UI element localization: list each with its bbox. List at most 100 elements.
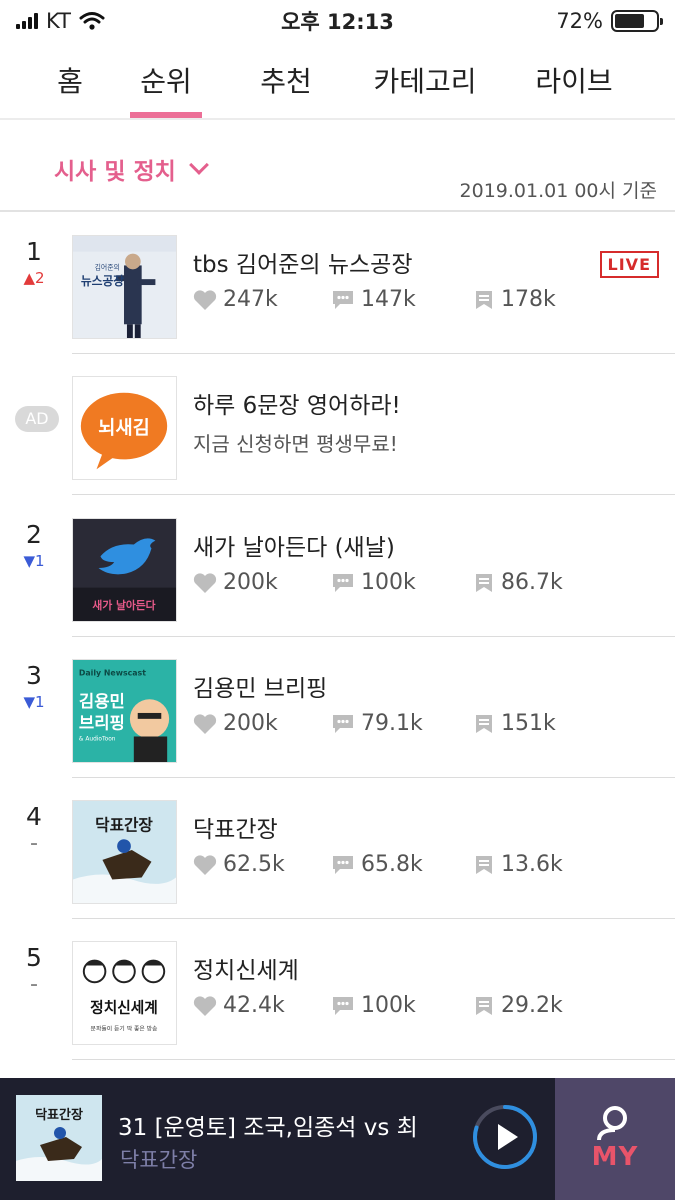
wifi-icon xyxy=(79,12,105,30)
podcast-stats: 62.5k 65.8k 13.6k xyxy=(193,852,563,877)
podcast-thumbnail[interactable]: 새가 날아든다 xyxy=(72,518,177,622)
player-podcast-name: 닥표간장 xyxy=(120,1148,198,1172)
episodes-icon xyxy=(476,996,492,1015)
ad-subtitle: 지금 신청하면 평생무료! xyxy=(193,432,398,456)
podcast-title[interactable]: 새가 날아든다 (새날) xyxy=(193,528,395,562)
podcast-stats: 42.4k 100k 29.2k xyxy=(193,993,563,1018)
ad-badge: AD xyxy=(15,406,59,432)
tab-recommend[interactable]: 추천 xyxy=(250,42,322,118)
player-thumbnail[interactable]: 닥표간장 xyxy=(16,1095,102,1181)
comments-count: 65.8k xyxy=(361,852,423,877)
tab-ranking[interactable]: 순위 xyxy=(130,42,202,118)
ad-title[interactable]: 하루 6문장 영어하라! xyxy=(193,386,401,420)
tab-live[interactable]: 라이브 xyxy=(528,42,620,118)
ad-thumbnail[interactable]: 뇌새김 xyxy=(72,376,177,480)
comment-icon xyxy=(333,714,353,733)
rank-same-icon: – xyxy=(30,975,38,993)
likes-count: 200k xyxy=(223,570,278,595)
comments-count: 100k xyxy=(361,993,416,1018)
podcast-thumbnail[interactable]: 김어준의 뉴스공장 xyxy=(72,235,177,339)
rank-change: ▼1 xyxy=(23,693,45,711)
live-badge[interactable]: LIVE xyxy=(599,251,659,278)
tab-category[interactable]: 카테고리 xyxy=(368,42,482,118)
podcast-title[interactable]: 닥표간장 xyxy=(193,810,278,844)
category-dropdown[interactable]: 시사 및 정치 xyxy=(54,152,209,186)
tab-bar: 홈 순위 추천 카테고리 라이브 xyxy=(0,42,675,120)
rank-number: 4 xyxy=(26,802,42,831)
tab-home[interactable]: 홈 xyxy=(50,42,90,118)
podcast-thumbnail[interactable]: Daily Newscast 김용민 브리핑 & AudioToon xyxy=(72,659,177,763)
svg-text:뉴스공장: 뉴스공장 xyxy=(81,274,124,288)
episodes-icon xyxy=(476,290,492,309)
comments-count: 147k xyxy=(361,287,416,312)
svg-text:Daily Newscast: Daily Newscast xyxy=(79,669,146,678)
ranking-row-2[interactable]: 2 ▼1 새가 날아든다 새가 날아든다 (새날) 200k 100k 86.7… xyxy=(0,496,675,637)
episodes-icon xyxy=(476,573,492,592)
comments-count: 100k xyxy=(361,570,416,595)
status-bar: KT 오후 12:13 72% xyxy=(0,0,675,42)
svg-text:닥표간장: 닥표간장 xyxy=(35,1107,83,1123)
user-icon xyxy=(597,1106,627,1140)
svg-text:김용민: 김용민 xyxy=(79,692,125,711)
ranking-row-3[interactable]: 3 ▼1 Daily Newscast 김용민 브리핑 & AudioToon … xyxy=(0,637,675,778)
play-icon xyxy=(498,1124,518,1150)
episodes-icon xyxy=(476,714,492,733)
heart-icon xyxy=(193,572,217,593)
svg-text:뇌새김: 뇌새김 xyxy=(98,418,149,439)
battery-icon xyxy=(611,10,663,32)
episodes-count: 13.6k xyxy=(501,852,563,877)
svg-text:김어준의: 김어준의 xyxy=(95,262,120,271)
rank-number: 1 xyxy=(26,237,42,266)
podcast-title[interactable]: 김용민 브리핑 xyxy=(193,669,327,703)
podcast-title[interactable]: 정치신세계 xyxy=(193,951,299,985)
comment-icon xyxy=(333,573,353,592)
my-button[interactable]: MY xyxy=(555,1078,675,1200)
ad-row[interactable]: AD 뇌새김 하루 6문장 영어하라! 지금 신청하면 평생무료! xyxy=(0,354,675,495)
category-header: 시사 및 정치 2019.01.01 00시 기준 xyxy=(0,120,675,212)
svg-text:& AudioToon: & AudioToon xyxy=(79,736,116,742)
episodes-count: 151k xyxy=(501,711,556,736)
play-button[interactable] xyxy=(470,1102,540,1172)
ranking-row-5[interactable]: 5 – 정치신세계 문파들이 듣기 딱 좋은 방송 정치신세계 42.4k 10… xyxy=(0,919,675,1060)
podcast-title[interactable]: tbs 김어준의 뉴스공장 xyxy=(193,245,413,279)
comments-count: 79.1k xyxy=(361,711,423,736)
ranking-row-4[interactable]: 4 – 닥표간장 닥표간장 62.5k 65.8k 13.6k xyxy=(0,778,675,919)
podcast-thumbnail[interactable]: 닥표간장 xyxy=(72,800,177,904)
svg-text:정치신세계: 정치신세계 xyxy=(90,999,158,1017)
heart-icon xyxy=(193,713,217,734)
rank-number: 3 xyxy=(26,661,42,690)
chevron-down-icon xyxy=(188,155,209,175)
svg-text:브리핑: 브리핑 xyxy=(79,714,125,733)
rank-change: ▲2 xyxy=(23,269,45,287)
mini-player[interactable]: 닥표간장 31 [운영토] 조국,임종석 vs 최 닥표간장 MY xyxy=(0,1078,675,1200)
rank-up-icon: ▲ xyxy=(23,269,35,287)
rank-down-icon: ▼ xyxy=(23,693,35,711)
podcast-thumbnail[interactable]: 정치신세계 문파들이 듣기 딱 좋은 방송 xyxy=(72,941,177,1045)
rank-number: 5 xyxy=(26,943,42,972)
svg-text:문파들이 듣기 딱 좋은 방송: 문파들이 듣기 딱 좋은 방송 xyxy=(91,1024,159,1032)
comment-icon xyxy=(333,996,353,1015)
likes-count: 247k xyxy=(223,287,278,312)
podcast-stats: 247k 147k 178k xyxy=(193,287,556,312)
rank-same-icon: – xyxy=(30,834,38,852)
comment-icon xyxy=(333,855,353,874)
episodes-count: 86.7k xyxy=(501,570,563,595)
reference-date: 2019.01.01 00시 기준 xyxy=(459,180,657,202)
rank-change: ▼1 xyxy=(23,552,45,570)
episodes-count: 29.2k xyxy=(501,993,563,1018)
rank-down-icon: ▼ xyxy=(23,552,35,570)
comment-icon xyxy=(333,290,353,309)
podcast-stats: 200k 79.1k 151k xyxy=(193,711,556,736)
likes-count: 62.5k xyxy=(223,852,285,877)
my-label: MY xyxy=(591,1142,639,1172)
podcast-stats: 200k 100k 86.7k xyxy=(193,570,563,595)
signal-icon xyxy=(16,13,38,29)
category-label: 시사 및 정치 xyxy=(54,159,176,185)
ranking-row-1[interactable]: 1 ▲2 김어준의 뉴스공장 tbs 김어준의 뉴스공장 247k 147k 1… xyxy=(0,213,675,354)
heart-icon xyxy=(193,995,217,1016)
svg-text:닥표간장: 닥표간장 xyxy=(95,815,153,834)
rank-number: 2 xyxy=(26,520,42,549)
heart-icon xyxy=(193,289,217,310)
likes-count: 42.4k xyxy=(223,993,285,1018)
likes-count: 200k xyxy=(223,711,278,736)
